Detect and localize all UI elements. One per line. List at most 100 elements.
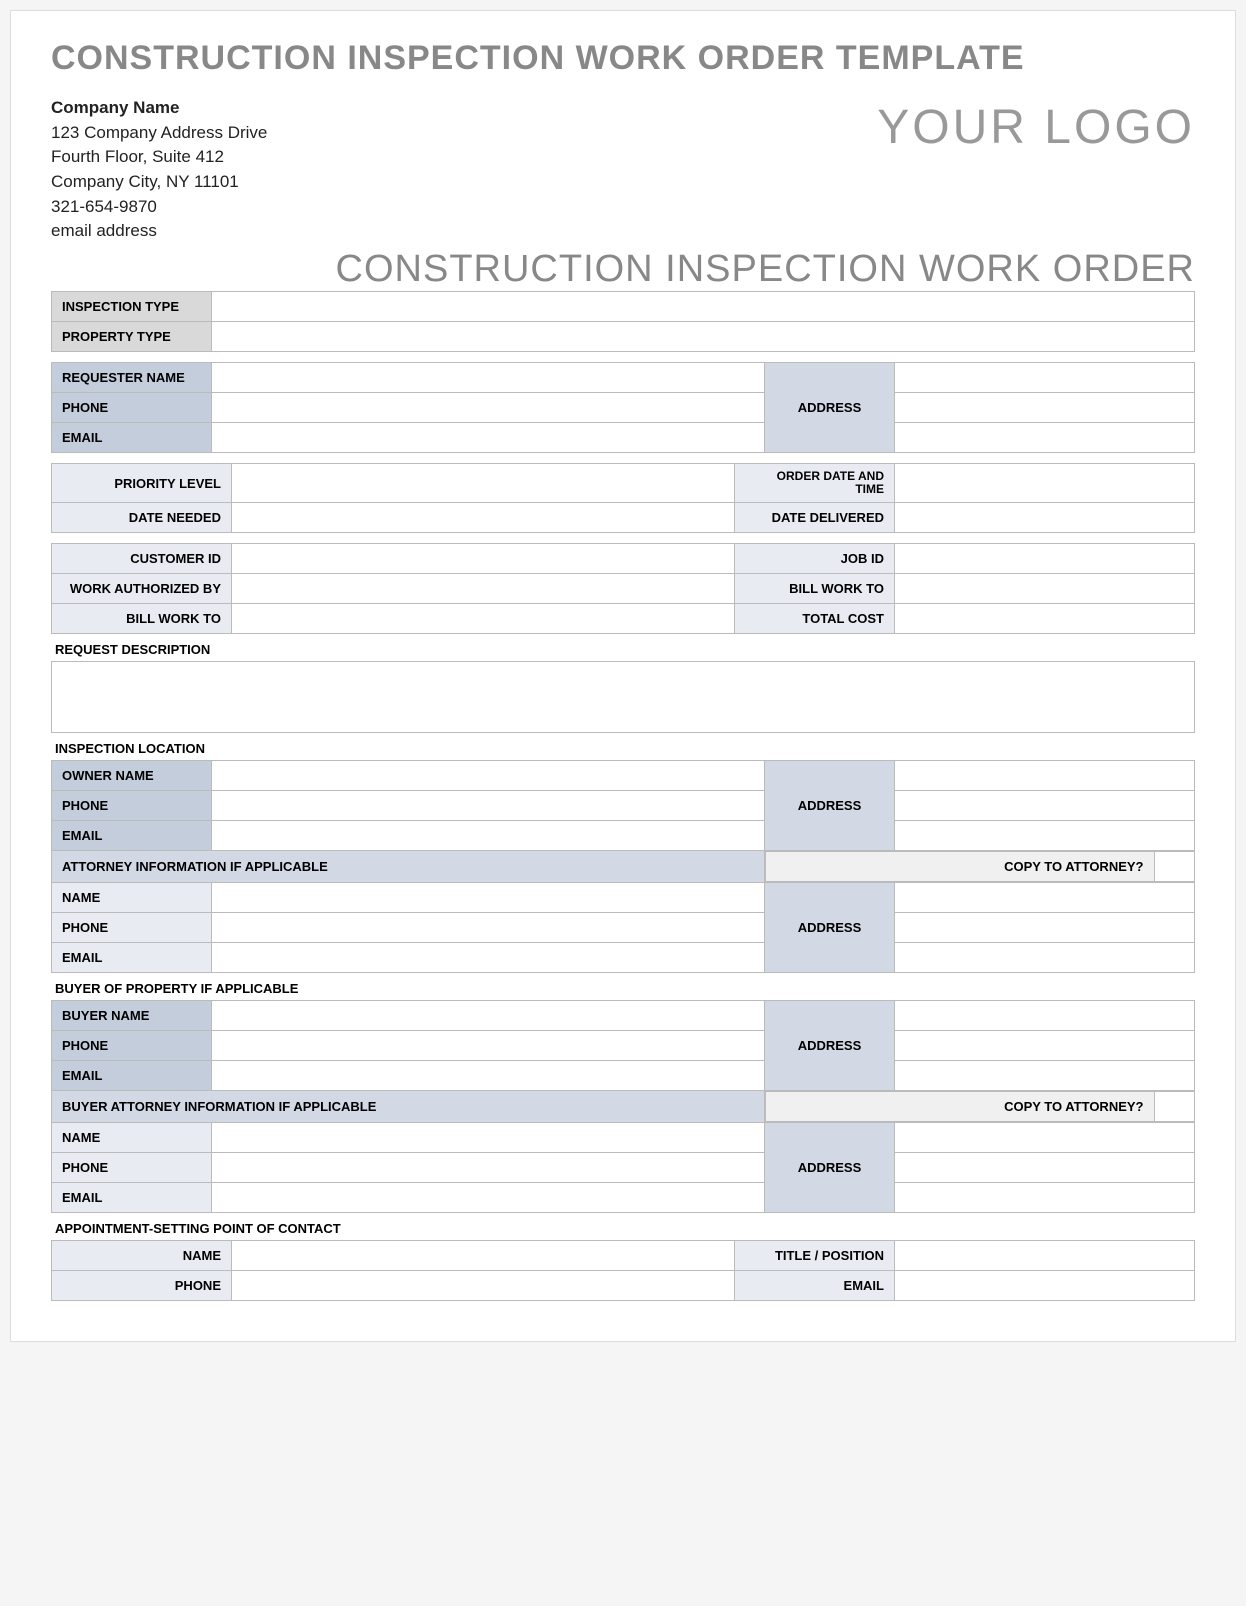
attorney-address-1[interactable] xyxy=(895,883,1195,913)
inspection-type-label: INSPECTION TYPE xyxy=(52,291,212,321)
ids-table: CUSTOMER ID JOB ID WORK AUTHORIZED BY BI… xyxy=(51,543,1195,634)
requester-email-input[interactable] xyxy=(212,422,765,452)
inspection-type-input[interactable] xyxy=(212,291,1195,321)
company-name: Company Name xyxy=(51,96,267,121)
attorney-email-input[interactable] xyxy=(212,943,765,973)
appointment-section-header: APPOINTMENT-SETTING POINT OF CONTACT xyxy=(51,1213,1195,1240)
buyer-attorney-address-3[interactable] xyxy=(895,1183,1195,1213)
contact-name-input[interactable] xyxy=(232,1241,735,1271)
order-date-time-input[interactable] xyxy=(895,463,1195,502)
buyer-attorney-email-input[interactable] xyxy=(212,1183,765,1213)
owner-address-1[interactable] xyxy=(895,761,1195,791)
work-auth-by-input[interactable] xyxy=(232,574,735,604)
company-addr1: 123 Company Address Drive xyxy=(51,121,267,146)
attorney-email-label: EMAIL xyxy=(52,943,212,973)
buyer-address-3[interactable] xyxy=(895,1061,1195,1091)
owner-name-label: OWNER NAME xyxy=(52,761,212,791)
date-delivered-input[interactable] xyxy=(895,503,1195,533)
priority-level-label: PRIORITY LEVEL xyxy=(52,463,232,502)
total-cost-label: TOTAL COST xyxy=(735,604,895,634)
form-title: CONSTRUCTION INSPECTION WORK ORDER xyxy=(51,248,1195,291)
copy-to-attorney-checkbox[interactable] xyxy=(1154,852,1194,882)
contact-title-input[interactable] xyxy=(895,1241,1195,1271)
copy-to-attorney-label: COPY TO ATTORNEY? xyxy=(766,852,1155,882)
buyer-copy-to-attorney-checkbox[interactable] xyxy=(1154,1092,1194,1122)
contact-email-label: EMAIL xyxy=(735,1271,895,1301)
requester-address-label: ADDRESS xyxy=(765,362,895,452)
request-desc-header: REQUEST DESCRIPTION xyxy=(51,634,1195,661)
requester-address-2[interactable] xyxy=(895,392,1195,422)
property-type-label: PROPERTY TYPE xyxy=(52,321,212,351)
attorney-address-2[interactable] xyxy=(895,913,1195,943)
requester-table: REQUESTER NAME ADDRESS PHONE EMAIL xyxy=(51,362,1195,453)
buyer-name-input[interactable] xyxy=(212,1001,765,1031)
date-needed-label: DATE NEEDED xyxy=(52,503,232,533)
bill-work-to-input-1[interactable] xyxy=(895,574,1195,604)
logo-placeholder: YOUR LOGO xyxy=(877,96,1195,155)
total-cost-input[interactable] xyxy=(895,604,1195,634)
requester-phone-label: PHONE xyxy=(52,392,212,422)
buyer-address-1[interactable] xyxy=(895,1001,1195,1031)
date-needed-input[interactable] xyxy=(232,503,735,533)
company-addr3: Company City, NY 11101 xyxy=(51,170,267,195)
owner-address-2[interactable] xyxy=(895,791,1195,821)
owner-email-input[interactable] xyxy=(212,821,765,851)
company-email: email address xyxy=(51,219,267,244)
requester-address-3[interactable] xyxy=(895,422,1195,452)
header-row: Company Name 123 Company Address Drive F… xyxy=(51,96,1195,244)
buyer-attorney-email-label: EMAIL xyxy=(52,1183,212,1213)
contact-name-label: NAME xyxy=(52,1241,232,1271)
company-addr2: Fourth Floor, Suite 412 xyxy=(51,145,267,170)
bill-work-to-input-2[interactable] xyxy=(232,604,735,634)
priority-level-input[interactable] xyxy=(232,463,735,502)
attorney-address-label: ADDRESS xyxy=(765,883,895,973)
contact-email-input[interactable] xyxy=(895,1271,1195,1301)
date-delivered-label: DATE DELIVERED xyxy=(735,503,895,533)
buyer-email-input[interactable] xyxy=(212,1061,765,1091)
buyer-address-2[interactable] xyxy=(895,1031,1195,1061)
buyer-attorney-address-1[interactable] xyxy=(895,1123,1195,1153)
buyer-phone-label: PHONE xyxy=(52,1031,212,1061)
buyer-copy-to-attorney-label: COPY TO ATTORNEY? xyxy=(766,1092,1155,1122)
buyer-name-label: BUYER NAME xyxy=(52,1001,212,1031)
owner-table: OWNER NAME ADDRESS PHONE EMAIL ATTORNEY … xyxy=(51,760,1195,973)
owner-address-label: ADDRESS xyxy=(765,761,895,851)
attorney-phone-input[interactable] xyxy=(212,913,765,943)
buyer-attorney-phone-label: PHONE xyxy=(52,1153,212,1183)
buyer-address-label: ADDRESS xyxy=(765,1001,895,1091)
requester-phone-input[interactable] xyxy=(212,392,765,422)
requester-address-1[interactable] xyxy=(895,362,1195,392)
contact-phone-label: PHONE xyxy=(52,1271,232,1301)
document-title: CONSTRUCTION INSPECTION WORK ORDER TEMPL… xyxy=(51,39,1195,78)
requester-email-label: EMAIL xyxy=(52,422,212,452)
customer-id-input[interactable] xyxy=(232,544,735,574)
attorney-name-label: NAME xyxy=(52,883,212,913)
owner-phone-label: PHONE xyxy=(52,791,212,821)
contact-phone-input[interactable] xyxy=(232,1271,735,1301)
buyer-phone-input[interactable] xyxy=(212,1031,765,1061)
attorney-phone-label: PHONE xyxy=(52,913,212,943)
buyer-attorney-phone-input[interactable] xyxy=(212,1153,765,1183)
buyer-table: BUYER NAME ADDRESS PHONE EMAIL BUYER ATT… xyxy=(51,1000,1195,1213)
type-table: INSPECTION TYPE PROPERTY TYPE xyxy=(51,291,1195,352)
owner-name-input[interactable] xyxy=(212,761,765,791)
property-type-input[interactable] xyxy=(212,321,1195,351)
attorney-name-input[interactable] xyxy=(212,883,765,913)
buyer-attorney-address-label: ADDRESS xyxy=(765,1123,895,1213)
requester-name-input[interactable] xyxy=(212,362,765,392)
owner-address-3[interactable] xyxy=(895,821,1195,851)
customer-id-label: CUSTOMER ID xyxy=(52,544,232,574)
bill-work-to-label-2: BILL WORK TO xyxy=(52,604,232,634)
buyer-section-header: BUYER OF PROPERTY IF APPLICABLE xyxy=(51,973,1195,1000)
owner-phone-input[interactable] xyxy=(212,791,765,821)
buyer-attorney-address-2[interactable] xyxy=(895,1153,1195,1183)
buyer-attorney-name-input[interactable] xyxy=(212,1123,765,1153)
company-phone: 321-654-9870 xyxy=(51,195,267,220)
owner-email-label: EMAIL xyxy=(52,821,212,851)
requester-name-label: REQUESTER NAME xyxy=(52,362,212,392)
request-desc-input[interactable] xyxy=(51,661,1195,733)
job-id-input[interactable] xyxy=(895,544,1195,574)
order-date-time-label: ORDER DATE AND TIME xyxy=(735,463,895,502)
dates-table: PRIORITY LEVEL ORDER DATE AND TIME DATE … xyxy=(51,463,1195,533)
attorney-address-3[interactable] xyxy=(895,943,1195,973)
